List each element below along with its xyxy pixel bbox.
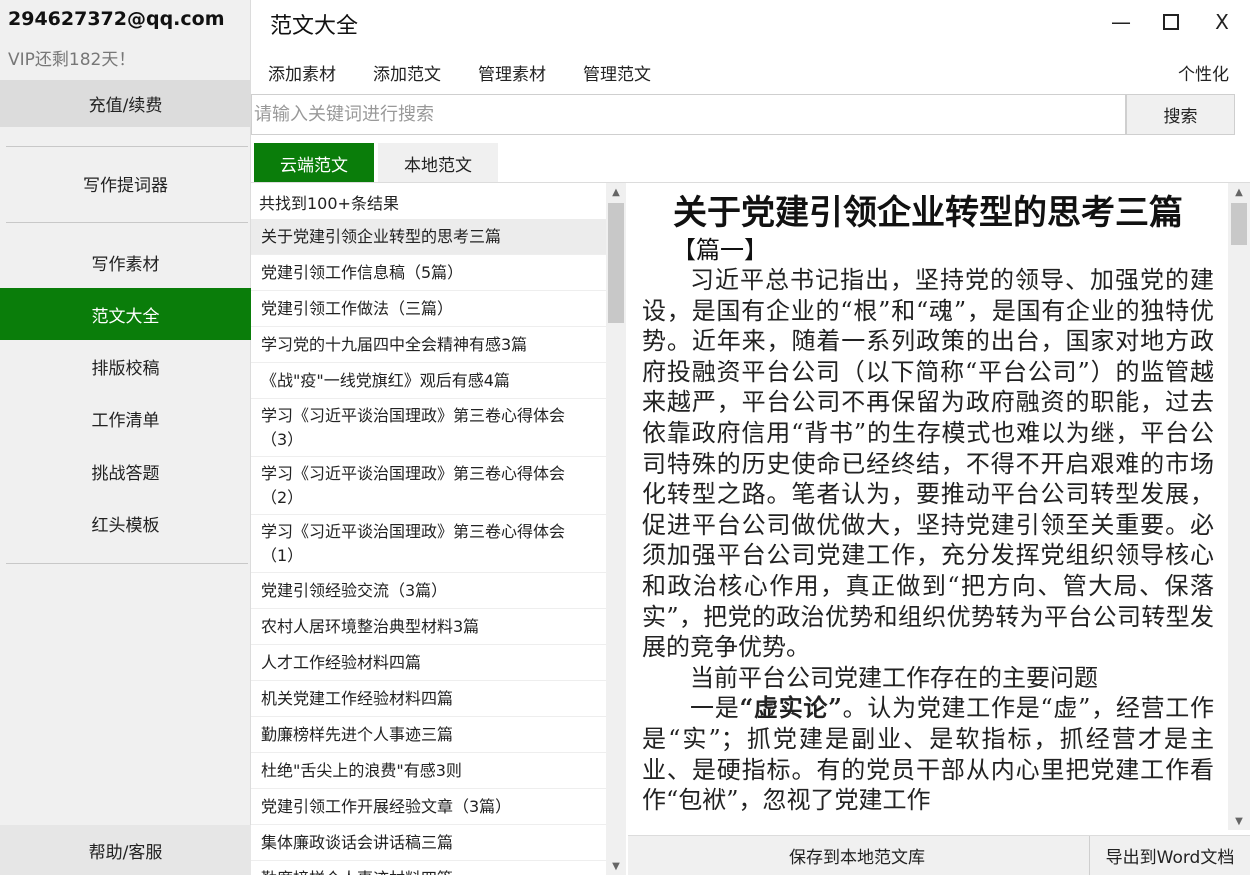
list-item[interactable]: 杜绝"舌尖上的浪费"有感3则 — [251, 753, 606, 789]
list-item[interactable]: 学习《习近平谈治国理政》第三卷心得体会（3） — [251, 399, 606, 457]
list-item[interactable]: 人才工作经验材料四篇 — [251, 645, 606, 681]
menu-manage-material[interactable]: 管理素材 — [478, 60, 546, 85]
list-item[interactable]: 集体廉政谈话会讲话稿三篇 — [251, 825, 606, 861]
scrollbar-thumb[interactable] — [608, 203, 624, 323]
menu-personalize[interactable]: 个性化 — [1178, 60, 1229, 85]
recharge-button[interactable]: 充值/续费 — [0, 80, 251, 127]
article-view: 关于党建引领企业转型的思考三篇 【篇一】 习近平总书记指出，坚持党的领导、加强党… — [628, 183, 1228, 830]
list-item[interactable]: 勤廉榜样先进个人事迹三篇 — [251, 717, 606, 753]
result-list-pane: 共找到100+条结果 关于党建引领企业转型的思考三篇 党建引领工作信息稿（5篇）党… — [251, 183, 606, 875]
sidebar-item-quiz[interactable]: 挑战答题 — [0, 445, 251, 497]
sidebar-item-writing-materials[interactable]: 写作素材 — [0, 236, 251, 288]
sidebar-divider — [6, 222, 248, 223]
vip-status: VIP还剩182天！ — [8, 50, 136, 70]
article-section-heading: 【篇一】 — [672, 236, 768, 264]
sidebar-item-red-header-template[interactable]: 红头模板 — [0, 497, 251, 549]
menu-add-essay[interactable]: 添加范文 — [373, 60, 441, 85]
sidebar-item-sample-essays[interactable]: 范文大全 — [0, 288, 251, 340]
result-list: 关于党建引领企业转型的思考三篇 党建引领工作信息稿（5篇） 党建引领工作做法（三篇）… — [251, 219, 606, 875]
list-item[interactable]: 党建引领工作开展经验文章（3篇） — [251, 789, 606, 825]
sidebar-divider — [6, 146, 248, 147]
article-scrollbar[interactable]: ▲ ▼ — [1228, 183, 1250, 830]
list-item[interactable]: 农村人居环境整治典型材料3篇 — [251, 609, 606, 645]
sidebar-item-writing-prompter[interactable]: 写作提词器 — [0, 157, 251, 209]
tab-cloud-essays[interactable]: 云端范文 — [254, 143, 374, 183]
scroll-down-icon[interactable]: ▼ — [606, 857, 626, 875]
save-to-local-button[interactable]: 保存到本地范文库 — [628, 836, 1086, 875]
window-title: 范文大全 — [270, 14, 359, 39]
maximize-icon — [1163, 14, 1179, 30]
list-item[interactable]: 党建引领工作信息稿（5篇） — [251, 255, 606, 291]
result-list-scrollbar[interactable]: ▲ ▼ — [606, 183, 626, 875]
scroll-up-icon[interactable]: ▲ — [606, 183, 626, 201]
scroll-down-icon[interactable]: ▼ — [1228, 812, 1250, 830]
article-paragraph: 一是“虚实论”。认为党建工作是“虚”，经营工作是“实”；抓党建是副业、是软指标，… — [642, 693, 1214, 815]
scroll-up-icon[interactable]: ▲ — [1228, 183, 1250, 201]
close-button[interactable]: X — [1202, 6, 1242, 38]
help-button[interactable]: 帮助/客服 — [0, 825, 251, 875]
search-box — [251, 94, 1126, 135]
menu-add-material[interactable]: 添加素材 — [268, 60, 336, 85]
article-paragraph: 习近平总书记指出，坚持党的领导、加强党的建设，是国有企业的“根”和“魂”，是国有… — [642, 266, 1214, 662]
article-bold-text: “虚实论” — [739, 693, 842, 723]
article-paragraph: 当前平台公司党建工作存在的主要问题 — [690, 663, 1098, 692]
minimize-button[interactable]: — — [1101, 6, 1141, 38]
tab-local-essays[interactable]: 本地范文 — [378, 143, 498, 183]
sidebar-item-work-list[interactable]: 工作清单 — [0, 392, 251, 444]
sidebar-item-typesetting[interactable]: 排版校稿 — [0, 340, 251, 392]
search-button[interactable]: 搜索 — [1126, 94, 1235, 135]
list-item[interactable]: 学习《习近平谈治国理政》第三卷心得体会（1） — [251, 515, 606, 573]
list-item[interactable]: 党建引领经验交流（3篇） — [251, 573, 606, 609]
export-word-button[interactable]: 导出到Word文档 — [1089, 836, 1250, 875]
account-email: 294627372@qq.com — [8, 8, 225, 30]
sidebar: 294627372@qq.com VIP还剩182天！ 充值/续费 写作提词器 … — [0, 0, 251, 875]
list-item[interactable]: 勤廉榜样个人事迹材料四篇 — [251, 861, 606, 875]
list-item[interactable]: 关于党建引领企业转型的思考三篇 — [251, 219, 606, 255]
result-count: 共找到100+条结果 — [259, 194, 399, 213]
list-item[interactable]: 《战"疫"一线党旗红》观后有感4篇 — [251, 363, 606, 399]
maximize-button[interactable] — [1151, 6, 1191, 38]
article-title: 关于党建引领企业转型的思考三篇 — [673, 193, 1183, 233]
list-item[interactable]: 学习《习近平谈治国理政》第三卷心得体会（2） — [251, 457, 606, 515]
search-input[interactable] — [252, 95, 1125, 134]
scrollbar-thumb[interactable] — [1231, 203, 1247, 245]
list-item[interactable]: 学习党的十九届四中全会精神有感3篇 — [251, 327, 606, 363]
menu-manage-essay[interactable]: 管理范文 — [583, 60, 651, 85]
article-text: 一是 — [690, 694, 740, 723]
list-item[interactable]: 党建引领工作做法（三篇） — [251, 291, 606, 327]
list-item[interactable]: 机关党建工作经验材料四篇 — [251, 681, 606, 717]
sidebar-divider — [6, 563, 248, 564]
